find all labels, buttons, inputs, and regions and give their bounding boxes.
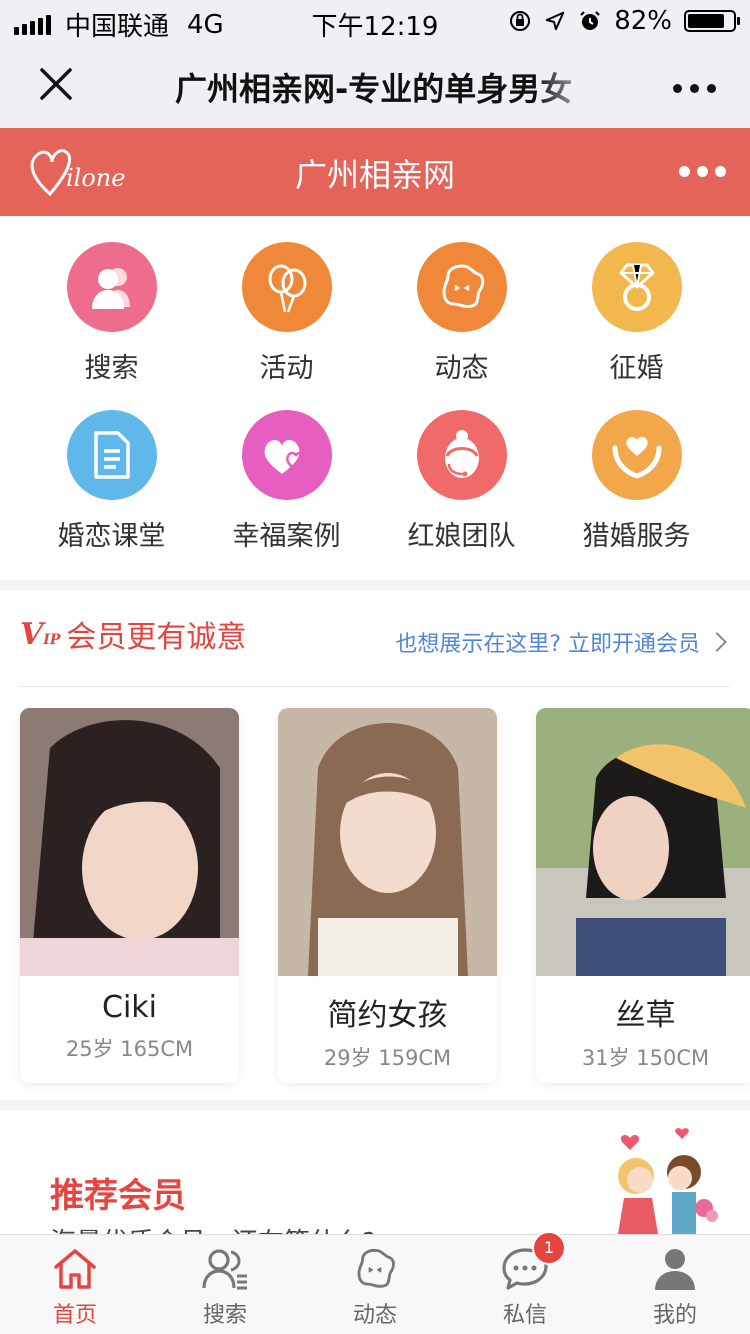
tab-messages[interactable]: 1 私信 <box>450 1231 600 1329</box>
tab-label: 首页 <box>52 1303 97 1328</box>
balloons-icon <box>241 242 332 332</box>
member-info: 29岁 159CM <box>323 1046 452 1070</box>
more-options-icon[interactable] <box>673 84 716 93</box>
grid-label: 搜索 <box>84 353 139 384</box>
member-info: 25岁 165CM <box>65 1037 194 1061</box>
member-photo <box>278 708 497 976</box>
open-vip-link[interactable]: 也想展示在这里? 立即开通会员 <box>395 626 727 658</box>
status-bar: 中国联通 4G 下午12:19 82% <box>0 0 750 42</box>
battery-percent: 82% <box>614 6 672 36</box>
member-card[interactable]: 丝草 31岁 150CM <box>536 708 750 1083</box>
section-title: 推荐会员 <box>50 1176 186 1216</box>
grid-item-service[interactable]: 猎婚服务 <box>549 410 724 553</box>
vip-header: VIP 会员更有诚意 <box>20 612 246 656</box>
section-subtitle: 海量优质会员，还在等什么? <box>50 1222 376 1234</box>
chevron-right-icon <box>707 632 727 652</box>
wechat-nav-bar: 广州相亲网-专业的单身男女 <box>0 42 750 128</box>
grid-item-search[interactable]: 搜索 <box>24 242 199 385</box>
tab-label: 我的 <box>652 1303 697 1328</box>
home-icon <box>0 1245 150 1293</box>
feature-grid: 搜索 活动 动态 征婚 婚恋课堂 幸福案例 红娘团队 猎婚服务 <box>0 216 750 580</box>
location-icon <box>545 11 565 31</box>
grid-item-class[interactable]: 婚恋课堂 <box>24 410 199 553</box>
star-face-icon <box>300 1245 450 1293</box>
tab-moments[interactable]: 动态 <box>300 1245 450 1329</box>
star-face-icon <box>416 242 507 332</box>
grid-item-activity[interactable]: 活动 <box>199 242 374 385</box>
vip-section: VIP 会员更有诚意 也想展示在这里? 立即开通会员 Ciki 25岁 165C… <box>0 590 750 1100</box>
grid-item-cases[interactable]: 幸福案例 <box>199 410 374 553</box>
document-icon <box>66 410 157 500</box>
matchmaker-icon <box>416 410 507 500</box>
grid-label: 征婚 <box>609 353 664 384</box>
tab-label: 动态 <box>352 1303 397 1328</box>
vip-link-text: 也想展示在这里? 立即开通会员 <box>395 632 700 657</box>
site-title: 广州相亲网 <box>294 156 455 194</box>
grid-label: 动态 <box>434 353 489 384</box>
status-right: 82% <box>508 6 740 36</box>
member-info: 31岁 150CM <box>581 1046 710 1070</box>
battery-icon <box>684 10 740 32</box>
grid-item-marriage[interactable]: 征婚 <box>549 242 724 385</box>
grid-label: 幸福案例 <box>232 521 341 552</box>
tab-label: 搜索 <box>202 1303 247 1328</box>
orientation-lock-icon <box>510 11 531 31</box>
heart-hands-icon <box>591 410 682 500</box>
grid-label: 活动 <box>259 353 314 384</box>
tab-label: 私信 <box>502 1303 547 1328</box>
member-name: 丝草 <box>615 998 676 1033</box>
alarm-icon <box>580 11 600 30</box>
divider <box>20 686 730 687</box>
person-icon <box>600 1245 750 1293</box>
tab-bar: 首页 搜索 动态 1 私信 我的 <box>0 1231 750 1334</box>
grid-item-moments[interactable]: 动态 <box>374 242 549 385</box>
tab-profile[interactable]: 我的 <box>600 1245 750 1329</box>
tab-home[interactable]: 首页 <box>0 1245 150 1329</box>
member-name: Ciki <box>102 990 157 1025</box>
site-menu-icon[interactable] <box>679 166 726 177</box>
search-users-icon <box>150 1245 300 1293</box>
chat-bubble-icon <box>450 1245 600 1293</box>
users-icon <box>66 242 157 332</box>
member-photo <box>536 708 750 976</box>
vip-badge: VIP <box>20 616 61 652</box>
member-card[interactable]: Ciki 25岁 165CM <box>20 708 239 1083</box>
couple-illustration-icon <box>618 1128 718 1234</box>
page-title: 广州相亲网-专业的单身男女 <box>175 70 573 108</box>
close-icon[interactable] <box>36 64 76 104</box>
grid-label: 红娘团队 <box>407 521 516 552</box>
grid-label: 婚恋课堂 <box>57 521 166 552</box>
diamond-ring-icon <box>591 242 682 332</box>
member-name: 简约女孩 <box>327 998 448 1033</box>
tab-search[interactable]: 搜索 <box>150 1245 300 1329</box>
grid-item-matchmakers[interactable]: 红娘团队 <box>374 410 549 553</box>
recommended-section: 推荐会员 海量优质会员，还在等什么? <box>0 1110 750 1234</box>
grid-label: 猎婚服务 <box>582 521 691 552</box>
hearts-icon <box>241 410 332 500</box>
site-header: ilone 广州相亲网 <box>0 128 750 216</box>
unread-badge: 1 <box>532 1231 566 1265</box>
vip-title: 会员更有诚意 <box>66 620 247 655</box>
member-card[interactable]: 简约女孩 29岁 159CM <box>278 708 497 1083</box>
member-photo <box>20 708 239 976</box>
